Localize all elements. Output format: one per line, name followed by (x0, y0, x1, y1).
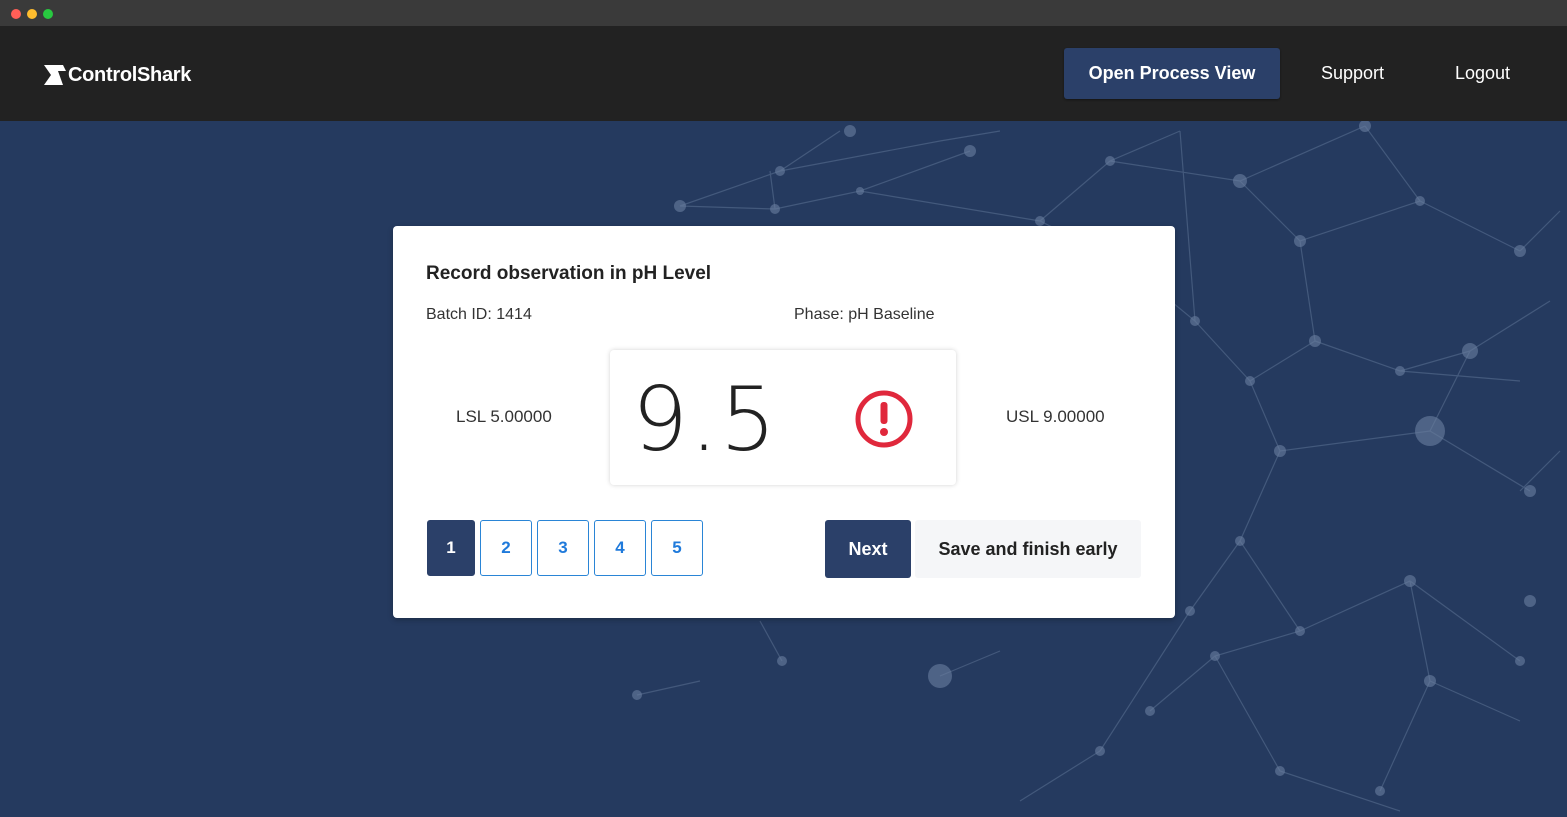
close-window-button[interactable] (11, 9, 21, 19)
upper-spec-limit: USL 9.00000 (1006, 407, 1105, 426)
open-process-view-button[interactable]: Open Process View (1064, 48, 1280, 99)
reading-value: 9.5 (632, 368, 778, 471)
next-button[interactable]: Next (825, 520, 911, 578)
zoom-window-button[interactable] (43, 9, 53, 19)
card-title: Record observation in pH Level (426, 263, 712, 284)
logout-link[interactable]: Logout (1455, 48, 1510, 99)
window-titlebar (0, 0, 1567, 26)
phase-label: Phase: pH Baseline (794, 306, 935, 323)
save-and-finish-button[interactable]: Save and finish early (915, 520, 1141, 578)
reading-display[interactable]: 9.5 (610, 350, 956, 485)
shark-fin-icon (44, 65, 66, 85)
lower-spec-limit: LSL 5.00000 (456, 407, 552, 426)
alert-exclamation-icon (855, 390, 913, 448)
page-button-2[interactable]: 2 (480, 520, 532, 576)
observation-card: Record observation in pH Level Batch ID:… (393, 226, 1175, 618)
support-link[interactable]: Support (1321, 48, 1384, 99)
observation-pager: 1 2 3 4 5 (427, 520, 708, 576)
top-navbar: ControlShark Open Process View Support L… (0, 26, 1567, 121)
page-button-3[interactable]: 3 (537, 520, 589, 576)
page-button-5[interactable]: 5 (651, 520, 703, 576)
minimize-window-button[interactable] (27, 9, 37, 19)
batch-id: Batch ID: 1414 (426, 306, 532, 323)
brand-logo[interactable]: ControlShark (43, 62, 191, 88)
page-button-4[interactable]: 4 (594, 520, 646, 576)
brand-name: ControlShark (68, 63, 192, 86)
page-button-1[interactable]: 1 (427, 520, 475, 576)
